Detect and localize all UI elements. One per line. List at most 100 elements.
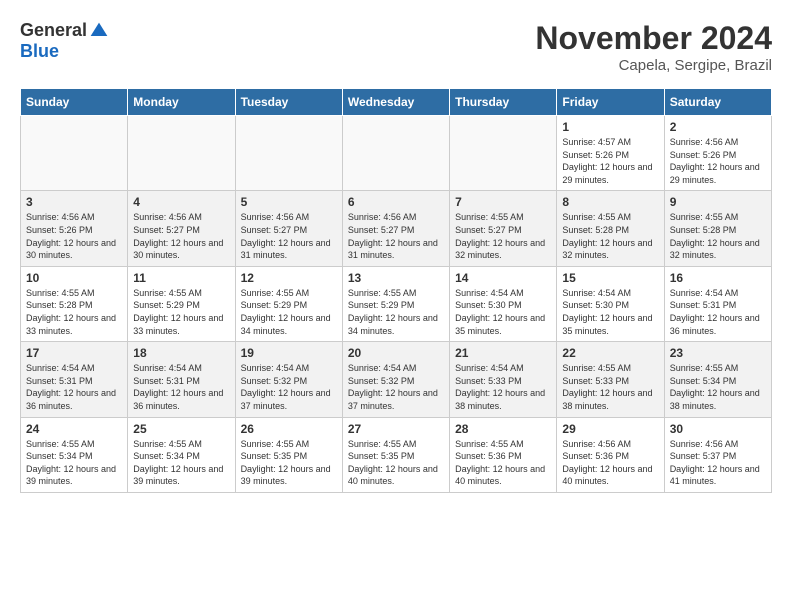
day-cell: 4Sunrise: 4:56 AM Sunset: 5:27 PM Daylig… (128, 191, 235, 266)
day-cell: 9 Sunrise: 4:55 AM Sunset: 5:28 PM Daylig… (664, 191, 771, 266)
day-number: 17 (26, 346, 122, 360)
day-info: Sunrise: 4:55 AM Sunset: 5:33 PM Dayligh… (562, 362, 658, 412)
title-block: November 2024 Capela, Sergipe, Brazil (535, 20, 772, 74)
day-number: 30 (670, 422, 766, 436)
day-number: 9 (670, 195, 766, 209)
day-cell: 16 Sunrise: 4:54 AM Sunset: 5:31 PM Dayli… (664, 266, 771, 341)
day-number: 14 (455, 271, 551, 285)
day-info: Sunrise: 4:55 AM Sunset: 5:29 PM Dayligh… (241, 287, 337, 337)
day-cell: 25 Sunrise: 4:55 AM Sunset: 5:34 PM Dayli… (128, 417, 235, 492)
day-number: 3 (26, 195, 122, 209)
logo-blue-text: Blue (20, 41, 59, 61)
day-number: 20 (348, 346, 444, 360)
day-number: 1 (562, 120, 658, 134)
day-cell: 7 Sunrise: 4:55 AM Sunset: 5:27 PM Daylig… (450, 191, 557, 266)
day-info: Sunrise: 4:54 AM Sunset: 5:32 PM Dayligh… (241, 362, 337, 412)
day-cell: 21Sunrise: 4:54 AM Sunset: 5:33 PM Dayli… (450, 342, 557, 417)
day-cell: 20 Sunrise: 4:54 AM Sunset: 5:32 PM Dayli… (342, 342, 449, 417)
day-number: 16 (670, 271, 766, 285)
day-info: Sunrise: 4:55 AM Sunset: 5:27 PM Dayligh… (455, 211, 551, 261)
day-info: Sunrise: 4:55 AM Sunset: 5:29 PM Dayligh… (133, 287, 229, 337)
day-number: 29 (562, 422, 658, 436)
day-cell: 17 Sunrise: 4:54 AM Sunset: 5:31 PM Dayli… (21, 342, 128, 417)
day-cell (21, 116, 128, 191)
day-info: Sunrise: 4:54 AM Sunset: 5:33 PM Dayligh… (455, 362, 551, 412)
day-number: 11 (133, 271, 229, 285)
day-number: 18 (133, 346, 229, 360)
col-header-tuesday: Tuesday (235, 89, 342, 116)
calendar-table: SundayMondayTuesdayWednesdayThursdayFrid… (20, 88, 772, 493)
day-info: Sunrise: 4:54 AM Sunset: 5:31 PM Dayligh… (133, 362, 229, 412)
day-cell: 6Sunrise: 4:56 AM Sunset: 5:27 PM Daylig… (342, 191, 449, 266)
day-info: Sunrise: 4:54 AM Sunset: 5:31 PM Dayligh… (26, 362, 122, 412)
logo-general-text: General (20, 20, 87, 41)
day-number: 2 (670, 120, 766, 134)
day-cell: 15 Sunrise: 4:54 AM Sunset: 5:30 PM Dayli… (557, 266, 664, 341)
page: General Blue November 2024 Capela, Sergi… (0, 0, 792, 503)
day-info: Sunrise: 4:56 AM Sunset: 5:37 PM Dayligh… (670, 438, 766, 488)
week-row-1: 1 Sunrise: 4:57 AM Sunset: 5:26 PM Daylig… (21, 116, 772, 191)
day-cell: 5Sunrise: 4:56 AM Sunset: 5:27 PM Daylig… (235, 191, 342, 266)
day-cell: 27 Sunrise: 4:55 AM Sunset: 5:35 PM Dayli… (342, 417, 449, 492)
calendar-header: SundayMondayTuesdayWednesdayThursdayFrid… (21, 89, 772, 116)
day-cell: 1 Sunrise: 4:57 AM Sunset: 5:26 PM Daylig… (557, 116, 664, 191)
day-cell: 11 Sunrise: 4:55 AM Sunset: 5:29 PM Dayli… (128, 266, 235, 341)
day-info: Sunrise: 4:54 AM Sunset: 5:31 PM Dayligh… (670, 287, 766, 337)
day-cell: 12 Sunrise: 4:55 AM Sunset: 5:29 PM Dayli… (235, 266, 342, 341)
day-info: Sunrise: 4:56 AM Sunset: 5:26 PM Dayligh… (670, 136, 766, 186)
day-cell: 14 Sunrise: 4:54 AM Sunset: 5:30 PM Dayli… (450, 266, 557, 341)
day-info: Sunrise: 4:54 AM Sunset: 5:32 PM Dayligh… (348, 362, 444, 412)
day-cell: 19 Sunrise: 4:54 AM Sunset: 5:32 PM Dayli… (235, 342, 342, 417)
day-info: Sunrise: 4:55 AM Sunset: 5:36 PM Dayligh… (455, 438, 551, 488)
day-number: 4 (133, 195, 229, 209)
day-number: 27 (348, 422, 444, 436)
col-header-monday: Monday (128, 89, 235, 116)
day-cell (342, 116, 449, 191)
day-number: 22 (562, 346, 658, 360)
day-number: 28 (455, 422, 551, 436)
day-number: 10 (26, 271, 122, 285)
day-number: 13 (348, 271, 444, 285)
day-cell (450, 116, 557, 191)
day-number: 15 (562, 271, 658, 285)
day-cell (235, 116, 342, 191)
day-number: 6 (348, 195, 444, 209)
day-number: 5 (241, 195, 337, 209)
day-number: 26 (241, 422, 337, 436)
day-number: 8 (562, 195, 658, 209)
day-info: Sunrise: 4:56 AM Sunset: 5:26 PM Dayligh… (26, 211, 122, 261)
day-number: 19 (241, 346, 337, 360)
week-row-3: 10Sunrise: 4:55 AM Sunset: 5:28 PM Dayli… (21, 266, 772, 341)
day-info: Sunrise: 4:55 AM Sunset: 5:34 PM Dayligh… (670, 362, 766, 412)
month-title: November 2024 (535, 20, 772, 57)
day-info: Sunrise: 4:56 AM Sunset: 5:36 PM Dayligh… (562, 438, 658, 488)
day-cell (128, 116, 235, 191)
day-info: Sunrise: 4:54 AM Sunset: 5:30 PM Dayligh… (562, 287, 658, 337)
day-info: Sunrise: 4:55 AM Sunset: 5:35 PM Dayligh… (348, 438, 444, 488)
day-number: 7 (455, 195, 551, 209)
week-row-5: 24 Sunrise: 4:55 AM Sunset: 5:34 PM Dayli… (21, 417, 772, 492)
day-cell: 22 Sunrise: 4:55 AM Sunset: 5:33 PM Dayli… (557, 342, 664, 417)
day-info: Sunrise: 4:55 AM Sunset: 5:34 PM Dayligh… (133, 438, 229, 488)
day-cell: 26 Sunrise: 4:55 AM Sunset: 5:35 PM Dayli… (235, 417, 342, 492)
day-number: 25 (133, 422, 229, 436)
day-cell: 24Sunrise: 4:55 AM Sunset: 5:34 PM Dayli… (21, 417, 128, 492)
week-row-4: 17 Sunrise: 4:54 AM Sunset: 5:31 PM Dayli… (21, 342, 772, 417)
logo: General Blue (20, 20, 109, 62)
day-info: Sunrise: 4:55 AM Sunset: 5:35 PM Dayligh… (241, 438, 337, 488)
week-row-2: 3 Sunrise: 4:56 AM Sunset: 5:26 PM Daylig… (21, 191, 772, 266)
day-info: Sunrise: 4:55 AM Sunset: 5:29 PM Dayligh… (348, 287, 444, 337)
day-number: 24 (26, 422, 122, 436)
day-cell: 13 Sunrise: 4:55 AM Sunset: 5:29 PM Dayli… (342, 266, 449, 341)
col-header-friday: Friday (557, 89, 664, 116)
day-info: Sunrise: 4:57 AM Sunset: 5:26 PM Dayligh… (562, 136, 658, 186)
day-info: Sunrise: 4:55 AM Sunset: 5:28 PM Dayligh… (670, 211, 766, 261)
day-cell: 28 Sunrise: 4:55 AM Sunset: 5:36 PM Dayli… (450, 417, 557, 492)
logo-icon (89, 21, 109, 41)
location: Capela, Sergipe, Brazil (535, 57, 772, 74)
day-cell: 2 Sunrise: 4:56 AM Sunset: 5:26 PM Daylig… (664, 116, 771, 191)
day-cell: 23Sunrise: 4:55 AM Sunset: 5:34 PM Dayli… (664, 342, 771, 417)
day-number: 12 (241, 271, 337, 285)
day-cell: 18 Sunrise: 4:54 AM Sunset: 5:31 PM Dayli… (128, 342, 235, 417)
day-info: Sunrise: 4:54 AM Sunset: 5:30 PM Dayligh… (455, 287, 551, 337)
